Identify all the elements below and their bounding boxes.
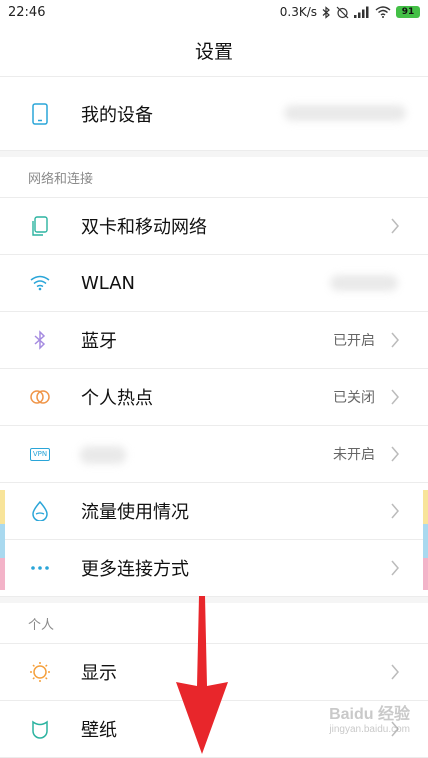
watermark-logo-text: Baidu 经验 <box>329 706 410 723</box>
chevron-right-icon <box>391 332 399 348</box>
more-connections-icon <box>28 556 52 580</box>
vpn-icon-text: VPN <box>29 447 51 461</box>
chevron-right-icon <box>391 664 399 680</box>
blurred-vpn-label <box>80 446 126 464</box>
row-status-value: 已开启 <box>333 333 375 349</box>
bluetooth-status-icon <box>322 5 330 19</box>
alarm-off-icon <box>336 6 349 18</box>
left-edge-pink <box>0 558 5 590</box>
settings-row-hotspot[interactable]: 个人热点 已关闭 <box>0 369 428 426</box>
left-edge-blue <box>0 524 5 558</box>
blurred-device-name <box>284 105 406 121</box>
wallpaper-icon <box>28 717 52 741</box>
my-device-label: 我的设备 <box>81 104 153 126</box>
settings-row-vpn[interactable]: VPN 未开启 <box>0 426 428 483</box>
right-edge-pink <box>423 558 428 590</box>
right-edge-blue <box>423 524 428 558</box>
blurred-wifi-name <box>330 275 398 291</box>
page-title: 设置 <box>194 40 233 63</box>
row-label: 显示 <box>81 663 117 684</box>
display-icon <box>28 660 52 684</box>
row-label: 流量使用情况 <box>81 502 189 523</box>
settings-row-sim[interactable]: 双卡和移动网络 <box>0 198 428 255</box>
phone-icon <box>28 102 52 126</box>
chevron-right-icon <box>391 389 399 405</box>
page-title-bar: 设置 <box>0 24 428 77</box>
chevron-right-icon <box>391 218 399 234</box>
row-label: 更多连接方式 <box>81 559 189 580</box>
section-header-network: 网络和连接 <box>0 157 428 198</box>
wifi-status-icon <box>375 6 391 18</box>
vpn-icon: VPN <box>28 442 52 466</box>
watermark: Baidu 经验 jingyan.baidu.com <box>329 700 410 735</box>
row-label: WLAN <box>81 272 136 294</box>
status-bar: 22:46 0.3K/s 91 <box>0 0 428 24</box>
settings-row-more-connections[interactable]: 更多连接方式 <box>0 540 428 597</box>
chevron-right-icon <box>391 503 399 519</box>
hotspot-icon <box>28 385 52 409</box>
row-label: 壁纸 <box>81 720 117 741</box>
row-label: 个人热点 <box>81 388 153 409</box>
status-time: 22:46 <box>8 4 46 20</box>
left-edge-yellow <box>0 490 5 524</box>
status-indicators: 0.3K/s 91 <box>280 5 420 19</box>
data-usage-icon <box>28 499 52 523</box>
scroll-down-arrow <box>176 596 228 754</box>
battery-indicator: 91 <box>396 6 420 18</box>
sim-cards-icon <box>28 214 52 238</box>
bluetooth-icon <box>28 328 52 352</box>
network-speed: 0.3K/s <box>279 5 317 19</box>
chevron-right-icon <box>391 560 399 576</box>
my-device-row[interactable]: 我的设备 <box>0 77 428 151</box>
watermark-url: jingyan.baidu.com <box>329 724 410 735</box>
settings-row-wlan[interactable]: WLAN <box>0 255 428 312</box>
row-label: 蓝牙 <box>81 331 117 352</box>
row-label: 双卡和移动网络 <box>81 217 207 238</box>
battery-level: 91 <box>401 7 415 17</box>
wifi-icon <box>28 271 52 295</box>
settings-row-data-usage[interactable]: 流量使用情况 <box>0 483 428 540</box>
signal-icon <box>354 6 369 18</box>
chevron-right-icon <box>391 446 399 462</box>
settings-row-bluetooth[interactable]: 蓝牙 已开启 <box>0 312 428 369</box>
row-status-value: 未开启 <box>333 447 375 463</box>
right-edge-yellow <box>423 490 428 524</box>
row-status-value: 已关闭 <box>333 390 375 406</box>
